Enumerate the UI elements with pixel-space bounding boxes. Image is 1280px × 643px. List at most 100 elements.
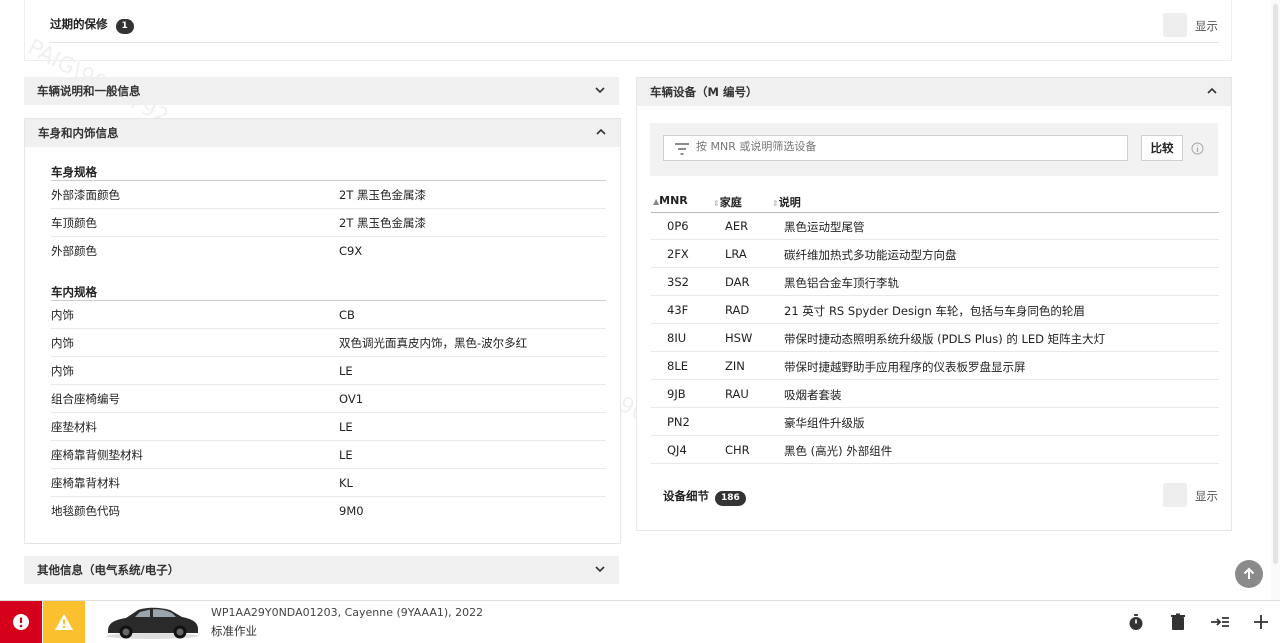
spec-row: 外部颜色 C9X: [51, 237, 606, 265]
footer-bar: WP1AA29Y0NDA01203, Cayenne (9YAAA1), 202…: [0, 600, 1280, 643]
queue-button[interactable]: [1206, 608, 1234, 636]
table-row: PN2 豪华组件升级版: [651, 408, 1219, 436]
mnr-cell: PN2: [667, 415, 690, 429]
spec-row: 内饰 双色调光面真皮内饰，黑色-波尔多红: [51, 329, 606, 357]
section-body-interior-header[interactable]: 车身和内饰信息: [25, 119, 620, 147]
table-row: 8IU HSW 带保时捷动态照明系统升级版 (PDLS Plus) 的 LED 矩阵…: [651, 324, 1219, 352]
mnr-cell: 43F: [667, 303, 689, 317]
plus-icon: [1254, 615, 1268, 629]
description-cell: 碳纤维加热式多功能运动型方向盘: [784, 248, 957, 262]
filter-icon: [675, 143, 689, 155]
table-row: QJ4 CHR 黑色 (高光) 外部组件: [651, 436, 1219, 464]
compare-button[interactable]: 比较: [1141, 135, 1183, 161]
delete-button[interactable]: [1164, 608, 1192, 636]
column-description[interactable]: ⇕说明: [772, 194, 801, 210]
show-toggle-label: 显示: [1195, 19, 1218, 33]
info-icon[interactable]: [1191, 142, 1204, 155]
spec-value: 2T 黑玉色金属漆: [339, 187, 426, 202]
spec-key: 内饰: [51, 335, 74, 350]
description-cell: 黑色 (高光) 外部组件: [784, 444, 893, 458]
spec-value: 2T 黑玉色金属漆: [339, 215, 426, 230]
error-icon: [13, 614, 29, 630]
spec-value: OV1: [339, 391, 364, 406]
spec-key: 组合座椅编号: [51, 391, 120, 406]
equipment-panel: 车辆设备（M 编号） 比较 ▲MNR ⇕家庭 ⇕说明 0P6AER黑色运动型尾管…: [636, 77, 1232, 531]
spec-value: LE: [339, 363, 353, 378]
spec-row: 地毯颜色代码 9M0: [51, 497, 606, 525]
trash-icon: [1171, 613, 1185, 630]
stopwatch-icon: [1129, 614, 1143, 630]
sort-icon: ⇕: [713, 199, 720, 208]
column-family[interactable]: ⇕家庭: [713, 194, 742, 210]
table-row: 2FX LRA 碳纤维加热式多功能运动型方向盘: [651, 240, 1219, 268]
sort-icon: ⇕: [772, 199, 779, 208]
family-cell: CHR: [725, 443, 750, 457]
section-other-header[interactable]: 其他信息（电气系统/电子）: [24, 556, 619, 584]
section-general-header[interactable]: 车辆说明和一般信息: [24, 77, 619, 105]
mnr-cell: 2FX: [667, 247, 689, 261]
table-row: 9JB RAU 吸烟者套装: [651, 380, 1219, 408]
table-row: 0P6 AER 黑色运动型尾管: [651, 212, 1219, 240]
spec-value: C9X: [339, 244, 363, 258]
warning-icon: [55, 614, 73, 630]
error-indicator[interactable]: [0, 601, 42, 643]
section-equipment-header[interactable]: 车辆设备（M 编号）: [637, 78, 1231, 106]
mnr-cell: QJ4: [667, 443, 687, 457]
timer-button[interactable]: [1122, 608, 1150, 636]
column-mnr[interactable]: ▲MNR: [653, 194, 688, 207]
add-button[interactable]: [1247, 608, 1275, 636]
body-interior-panel: 车身和内饰信息 车身规格 外部漆面颜色 2T 黑玉色金属漆 车顶颜色 2T 黑玉色金…: [24, 118, 621, 544]
spec-row: 车顶颜色 2T 黑玉色金属漆: [51, 209, 606, 237]
spec-row: 外部漆面颜色 2T 黑玉色金属漆: [51, 181, 606, 209]
equipment-table-header: ▲MNR ⇕家庭 ⇕说明: [651, 192, 1219, 213]
show-toggle[interactable]: [1163, 483, 1187, 507]
family-cell: RAD: [725, 303, 750, 317]
filter-input-box[interactable]: [663, 135, 1128, 161]
vehicle-info-line: WP1AA29Y0NDA01203, Cayenne (9YAAA1), 202…: [211, 606, 484, 619]
scrollbar[interactable]: [1271, 0, 1280, 600]
warning-indicator[interactable]: [43, 601, 85, 643]
family-cell: RAU: [725, 387, 749, 401]
mnr-cell: 9JB: [667, 387, 686, 401]
scrollbar-thumb[interactable]: [1273, 4, 1278, 564]
mnr-cell: 8LE: [667, 359, 688, 373]
spec-row: 内饰 LE: [51, 357, 606, 385]
spec-key: 内饰: [51, 307, 74, 322]
spec-key: 地毯颜色代码: [51, 504, 120, 518]
spec-value: 双色调光面真皮内饰，黑色-波尔多红: [339, 335, 528, 350]
column-label: 家庭: [719, 196, 742, 209]
family-cell: DAR: [725, 275, 750, 289]
spec-key: 座垫材料: [51, 419, 97, 434]
interior-spec-title: 车内规格: [51, 285, 97, 299]
spec-value: CB: [339, 307, 355, 322]
column-label: 说明: [778, 196, 801, 209]
chevron-down-icon: [595, 87, 605, 94]
equipment-details-count-badge: 186: [715, 491, 746, 506]
equipment-details-label: 设备细节: [663, 489, 709, 503]
table-row: 8LE ZIN 带保时捷越野助手应用程序的仪表板罗盘显示屏: [651, 352, 1219, 380]
section-body-interior-title: 车身和内饰信息: [38, 126, 119, 140]
equipment-details-title: 设备细节 186: [663, 488, 746, 506]
arrow-up-icon: [1243, 567, 1255, 579]
section-general-title: 车辆说明和一般信息: [37, 84, 141, 98]
spec-row: 组合座椅编号 OV1: [51, 385, 606, 413]
description-cell: 豪华组件升级版: [784, 416, 865, 430]
family-cell: ZIN: [725, 359, 745, 373]
table-row: 3S2 DAR 黑色铝合金车顶行李轨: [651, 268, 1219, 296]
family-cell: AER: [725, 219, 749, 233]
description-cell: 带保时捷动态照明系统升级版 (PDLS Plus) 的 LED 矩阵主大灯: [784, 332, 1106, 346]
vehicle-image: [106, 607, 198, 639]
show-toggle-label: 显示: [1195, 489, 1218, 503]
body-spec-title: 车身规格: [51, 165, 97, 179]
arrow-list-icon: [1211, 617, 1229, 627]
family-cell: HSW: [725, 331, 753, 345]
section-equipment-title: 车辆设备（M 编号）: [650, 85, 758, 99]
description-cell: 黑色铝合金车顶行李轨: [784, 276, 899, 290]
show-toggle[interactable]: [1163, 13, 1187, 37]
spec-key: 车顶颜色: [51, 215, 97, 230]
mnr-cell: 0P6: [667, 219, 689, 233]
spec-row: 内饰 CB: [51, 301, 606, 329]
table-row: 43F RAD 21 英寸 RS Spyder Design 车轮，包括与车身同色的…: [651, 296, 1219, 324]
filter-input[interactable]: [694, 139, 1118, 154]
scroll-to-top-button[interactable]: [1235, 560, 1263, 588]
